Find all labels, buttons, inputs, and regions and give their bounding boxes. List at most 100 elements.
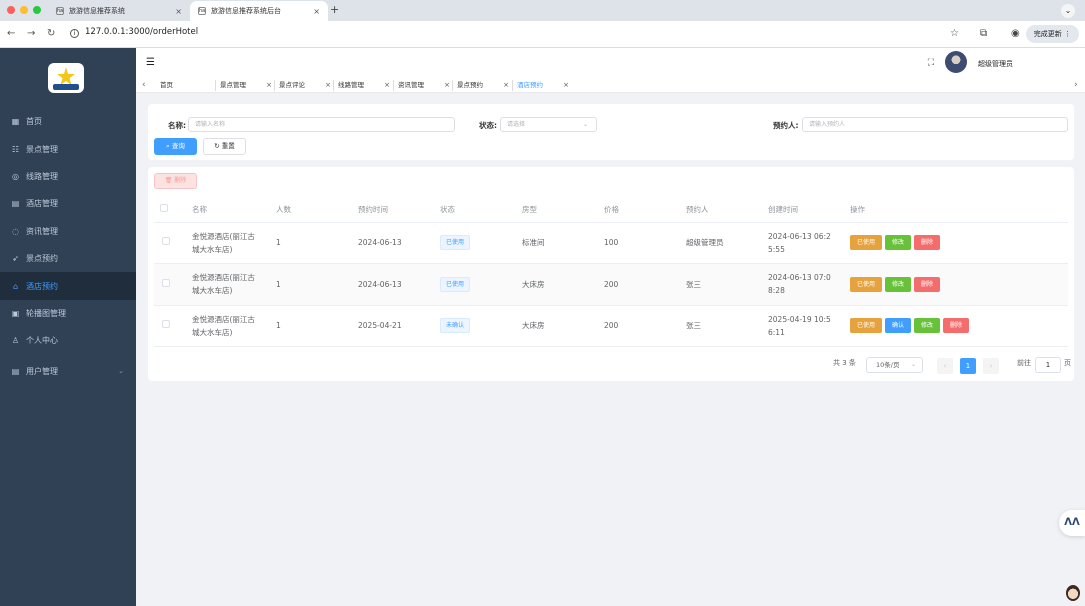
maximize-window-button[interactable] <box>33 6 41 14</box>
sidebar-item-carousel[interactable]: ▣ 轮播图管理 <box>0 300 136 327</box>
extensions-icon[interactable]: ⧉ <box>980 28 987 39</box>
fullscreen-icon[interactable]: ⛶ <box>928 58 934 68</box>
sidebar-item-user-manage[interactable]: ▤ 用户管理 ⌄ <box>0 358 136 385</box>
cell-name: 金悦源酒店(丽江古城大水车店) <box>192 305 276 347</box>
sidebar-menu: ▦ 首页 ☷ 景点管理 ◎ 线路管理 ▤ 酒店管理 ◌ 资讯管理 ➶ 景点预约 ⌂ 酒店预约 … <box>0 108 136 385</box>
tag-news[interactable]: 资讯管理 × <box>393 80 450 91</box>
close-tab-icon[interactable]: × <box>313 7 320 16</box>
favicon-icon: ha <box>198 7 206 15</box>
delete-button[interactable]: 删除 <box>914 235 941 251</box>
forward-icon[interactable]: → <box>27 28 35 39</box>
sidebar-item-scenic[interactable]: ☷ 景点管理 <box>0 135 136 162</box>
url-field[interactable]: i 127.0.0.1:3000/orderHotel <box>70 27 198 38</box>
query-button[interactable]: ⌕ 查询 <box>154 138 197 155</box>
page-number-button[interactable]: 1 <box>960 358 976 374</box>
booker-label: 预约人: <box>773 121 799 130</box>
edit-button[interactable]: 修改 <box>914 318 941 334</box>
delete-button[interactable]: 删除 <box>914 276 941 292</box>
next-page-button[interactable]: › <box>983 358 999 374</box>
cell-booker: 张三 <box>686 305 768 347</box>
status-select-placeholder: 请选择 <box>507 121 526 128</box>
update-button[interactable]: 完成更新 ⋮ <box>1025 25 1079 43</box>
reload-icon[interactable]: ↻ <box>47 28 55 39</box>
sidebar-item-profile[interactable]: ♙ 个人中心 <box>0 327 136 354</box>
row-checkbox[interactable] <box>162 278 170 287</box>
close-tag-icon[interactable]: × <box>266 80 272 91</box>
tags-scroll-right-icon[interactable]: › <box>1074 80 1078 90</box>
new-tab-button[interactable]: + <box>330 3 339 16</box>
cell-name: 金悦源酒店(丽江古城大水车店) <box>192 263 276 306</box>
back-icon[interactable]: ← <box>7 28 15 39</box>
tag-route[interactable]: 线路管理 × <box>333 80 390 91</box>
close-tag-icon[interactable]: × <box>563 80 569 91</box>
close-tag-icon[interactable]: × <box>444 80 450 91</box>
edit-button[interactable]: 修改 <box>885 276 912 292</box>
column-header: 创建时间 <box>768 197 850 223</box>
tag-home[interactable]: 首页 <box>160 80 210 91</box>
minimize-window-button[interactable] <box>20 6 28 14</box>
tag-scenic-booking[interactable]: 景点预约 × <box>452 80 509 91</box>
tag-hotel-booking[interactable]: 酒店预约 × <box>512 80 569 91</box>
goto-page-input[interactable]: 1 <box>1035 357 1061 373</box>
sidebar-item-route[interactable]: ◎ 线路管理 <box>0 163 136 190</box>
mark-used-button[interactable]: 已使用 <box>850 318 883 334</box>
tag-scenic[interactable]: 景点管理 × <box>215 80 272 91</box>
column-header: 房型 <box>522 197 604 223</box>
close-tab-icon[interactable]: × <box>175 7 182 16</box>
tag-scenic-comment[interactable]: 景点评论 × <box>274 80 331 91</box>
batch-delete-button[interactable]: 🗑 删除 <box>154 173 197 189</box>
close-window-button[interactable] <box>7 6 15 14</box>
row-checkbox[interactable] <box>162 320 170 329</box>
tag-label: 资讯管理 <box>398 81 424 89</box>
browser-tab-1[interactable]: ha 旅游信息推荐系统 × <box>48 1 190 21</box>
site-info-icon[interactable]: i <box>70 29 79 38</box>
sidebar-item-hotel[interactable]: ▤ 酒店管理 <box>0 190 136 217</box>
status-badge: 未确认 <box>440 318 471 334</box>
tab-search-icon[interactable]: ⌄ <box>1061 4 1075 18</box>
browser-tab-2[interactable]: ha 旅游信息推荐系统后台 × <box>190 1 328 21</box>
sidebar-item-news[interactable]: ◌ 资讯管理 <box>0 218 136 245</box>
mark-used-button[interactable]: 已使用 <box>850 276 883 292</box>
pagination-total: 共 3 条 <box>833 359 856 367</box>
sidebar-item-hotel-booking[interactable]: ⌂ 酒店预约 <box>0 272 136 300</box>
column-header: 价格 <box>604 197 686 223</box>
tags-scroll-left-icon[interactable]: ‹ <box>142 80 146 90</box>
row-checkbox[interactable] <box>162 237 170 246</box>
cell-price: 200 <box>604 263 686 306</box>
sidebar-item-label: 酒店管理 <box>26 199 58 209</box>
page-size-select[interactable]: 10条/页 ⌄ <box>866 357 923 373</box>
username[interactable]: 超级管理员 <box>978 59 1013 69</box>
logo[interactable] <box>48 63 84 93</box>
close-tag-icon[interactable]: × <box>503 80 509 91</box>
refresh-icon: ↻ <box>214 142 222 150</box>
menu-toggle-icon[interactable]: ☰ <box>146 57 155 68</box>
avatar[interactable] <box>945 51 967 73</box>
sidebar-item-home[interactable]: ▦ 首页 <box>0 108 136 135</box>
assistant-widget-icon[interactable]: ᐱᐱ <box>1059 510 1085 536</box>
assistant-avatar-icon[interactable] <box>1066 585 1080 601</box>
close-tag-icon[interactable]: × <box>325 80 331 91</box>
trash-icon: 🗑 <box>164 177 175 184</box>
profile-icon[interactable]: ◉ <box>1011 28 1020 39</box>
tag-label: 景点管理 <box>220 81 246 89</box>
status-label: 状态: <box>479 121 497 130</box>
cell-name: 金悦源酒店(丽江古城大水车店) <box>192 222 276 264</box>
name-input[interactable]: 请输入名称 <box>188 117 455 132</box>
table-row: 金悦源酒店(丽江古城大水车店) 1 2024-06-13 已使用 标准间 100… <box>154 222 1068 264</box>
select-all-checkbox[interactable] <box>160 204 168 213</box>
mark-used-button[interactable]: 已使用 <box>850 235 883 251</box>
sidebar-item-scenic-booking[interactable]: ➶ 景点预约 <box>0 245 136 272</box>
prev-page-button[interactable]: ‹ <box>937 358 953 374</box>
cell-room: 大床房 <box>522 305 604 347</box>
booker-input[interactable]: 请输入预约人 <box>802 117 1068 132</box>
chevron-down-icon: ⌄ <box>910 361 916 368</box>
edit-button[interactable]: 修改 <box>885 235 912 251</box>
delete-button[interactable]: 删除 <box>943 318 970 334</box>
bookmark-star-icon[interactable]: ☆ <box>950 28 959 39</box>
close-tag-icon[interactable]: × <box>384 80 390 91</box>
confirm-button[interactable]: 确认 <box>885 318 912 334</box>
status-select[interactable]: 请选择 ⌄ <box>500 117 597 132</box>
reset-button[interactable]: ↻ 重置 <box>203 138 246 155</box>
sidebar-item-label: 景点预约 <box>26 254 58 264</box>
user-icon: ♙ <box>11 336 20 346</box>
